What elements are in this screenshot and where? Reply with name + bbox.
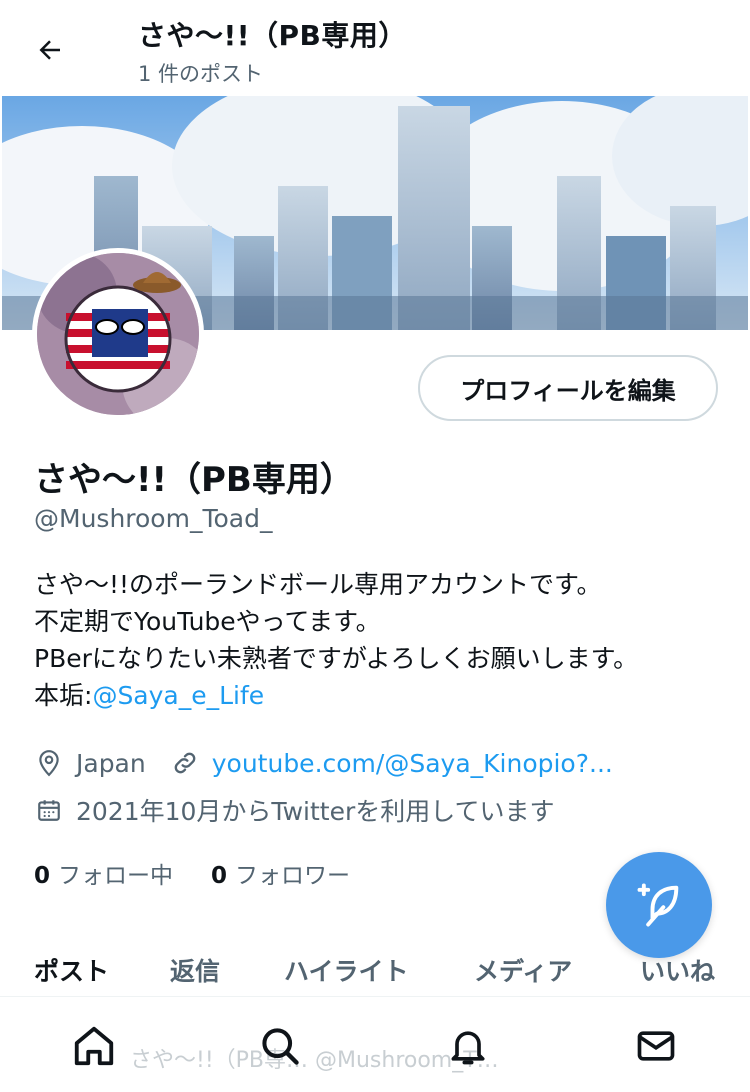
calendar-icon — [34, 795, 64, 825]
home-icon — [74, 1026, 114, 1066]
following-label: フォロー中 — [58, 863, 174, 889]
profile-meta-row: Japan youtube.com/@Saya_Kinopio?... — [34, 748, 613, 778]
profile-website-link[interactable]: youtube.com/@Saya_Kinopio?... — [212, 749, 613, 778]
tab-replies[interactable]: 返信 — [170, 952, 220, 988]
link-icon — [170, 748, 200, 778]
profile-handle: @Mushroom_Toad_ — [34, 504, 273, 533]
back-button[interactable] — [26, 26, 74, 74]
bottom-navigation: さや〜!!（PB専… @Mushroom_T… — [0, 998, 750, 1092]
bio-line: さや〜!!のポーランドボール専用アカウントです。 — [34, 570, 602, 599]
profile-bio: さや〜!!のポーランドボール専用アカウントです。 不定期でYouTubeやってま… — [34, 566, 638, 714]
followers-count: 0 — [211, 863, 228, 889]
followers-label: フォロワー — [235, 863, 351, 889]
compose-feather-icon — [637, 883, 679, 927]
profile-location: Japan — [76, 748, 146, 778]
follow-stats: 0 フォロー中 0 フォロワー — [34, 856, 388, 890]
header-post-count: 1 件のポスト — [138, 62, 264, 86]
back-arrow-icon — [39, 40, 60, 60]
nav-search[interactable] — [256, 1022, 304, 1070]
bell-icon — [451, 1031, 485, 1065]
profile-display-name: さや〜!!（PB専用） — [34, 460, 354, 500]
top-header: さや〜!!（PB専用） 1 件のポスト — [0, 0, 750, 96]
search-icon — [262, 1028, 299, 1065]
edit-profile-button[interactable]: プロフィールを編集 — [418, 355, 718, 421]
bio-prefix: 本垢: — [34, 681, 93, 710]
compose-post-button[interactable] — [606, 852, 712, 958]
nav-notifications[interactable] — [444, 1022, 492, 1070]
bio-mention-link[interactable]: @Saya_e_Life — [92, 681, 264, 710]
following-stat[interactable]: 0 フォロー中 — [34, 856, 173, 890]
followers-stat[interactable]: 0 フォロワー — [211, 856, 350, 890]
tab-posts[interactable]: ポスト — [34, 952, 109, 988]
profile-avatar[interactable] — [32, 248, 204, 420]
tab-highlights[interactable]: ハイライト — [284, 952, 409, 988]
profile-joined-date: 2021年10月からTwitterを利用しています — [76, 797, 555, 826]
tab-media[interactable]: メディア — [474, 952, 572, 988]
location-pin-icon — [34, 748, 64, 778]
nav-messages[interactable] — [632, 1022, 680, 1070]
mail-icon — [637, 1031, 675, 1061]
bio-line: PBerになりたい未熟者ですがよろしくお願いします。 — [34, 644, 639, 673]
header-title: さや〜!!（PB専用） — [138, 19, 407, 52]
nav-home[interactable] — [70, 1022, 118, 1070]
bio-line: 本垢:@Saya_e_Life — [34, 677, 638, 714]
following-count: 0 — [34, 863, 51, 889]
tabs-divider — [0, 996, 750, 997]
bio-line: 不定期でYouTubeやってます。 — [34, 607, 381, 636]
profile-joined-row: 2021年10月からTwitterを利用しています — [34, 792, 554, 828]
